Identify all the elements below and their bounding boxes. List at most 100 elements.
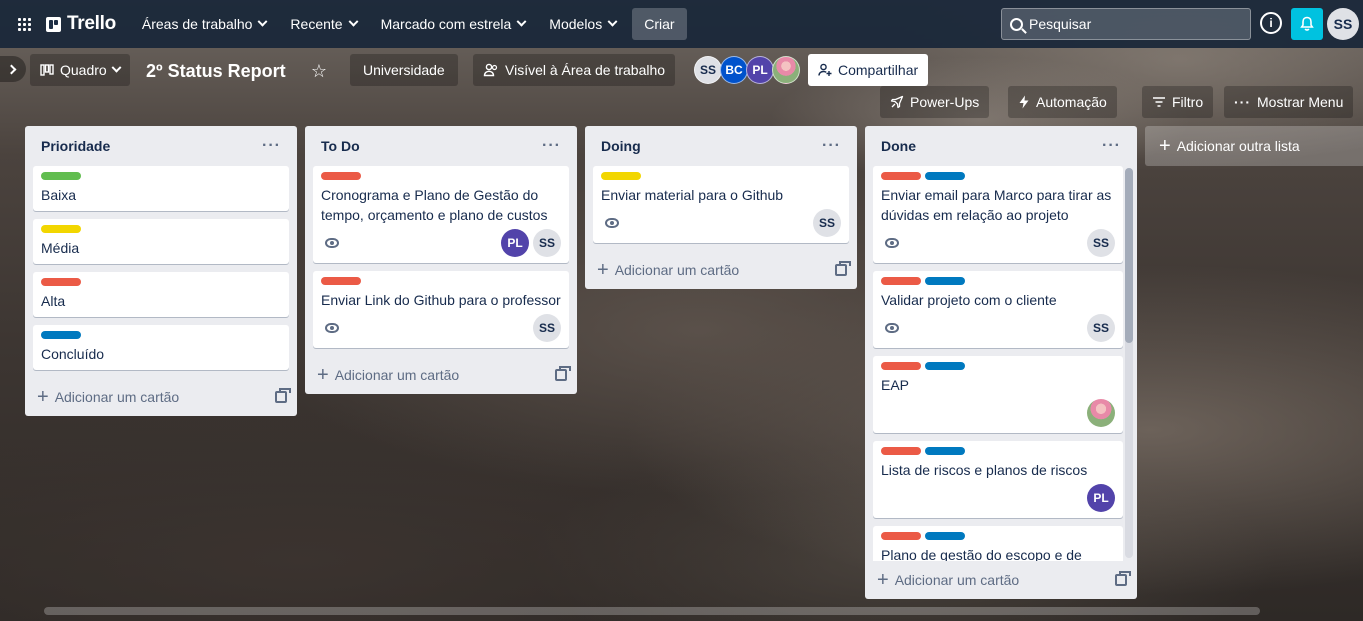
list-scrollbar-thumb[interactable] (1125, 168, 1133, 343)
plus-icon: + (1159, 134, 1171, 157)
label-yellow[interactable] (601, 172, 641, 180)
workspace-label: Universidade (363, 62, 445, 78)
share-button[interactable]: Compartilhar (808, 54, 929, 86)
nav-menu-label: Marcado com estrela (380, 16, 512, 32)
card[interactable]: Enviar material para o Github SS (593, 166, 849, 243)
board-title[interactable]: 2º Status Report (146, 58, 286, 84)
add-card-button[interactable]: + Adicionar um cartão (585, 251, 857, 289)
add-list-button[interactable]: + Adicionar outra lista (1145, 126, 1363, 166)
add-card-button[interactable]: + Adicionar um cartão (25, 378, 297, 416)
search-input[interactable] (1029, 16, 1229, 32)
lightning-icon (1019, 95, 1029, 109)
label-blue[interactable] (925, 362, 965, 370)
visibility-button[interactable]: Visível à Área de trabalho (473, 54, 676, 86)
plus-icon: + (877, 568, 889, 591)
list-menu-icon[interactable]: ··· (258, 135, 285, 157)
member-avatar[interactable]: SS (1087, 314, 1115, 342)
filter-button[interactable]: Filtro (1142, 86, 1214, 118)
board-members: SS BC PL (694, 56, 800, 84)
label-yellow[interactable] (41, 225, 81, 233)
member-avatar[interactable]: PL (1087, 484, 1115, 512)
list-done: Done ··· Enviar email para Marco para ti… (865, 126, 1137, 599)
card-labels (321, 277, 561, 285)
trello-logo[interactable]: Trello (46, 13, 116, 35)
search-box[interactable] (1001, 8, 1251, 40)
automation-button[interactable]: Automação (1008, 86, 1117, 118)
notifications-button[interactable] (1291, 8, 1323, 40)
show-menu-label: Mostrar Menu (1257, 94, 1344, 110)
member-avatar[interactable]: SS (813, 209, 841, 237)
member-avatar[interactable]: PL (746, 56, 774, 84)
card-labels (881, 277, 1115, 285)
list-menu-icon[interactable]: ··· (1098, 135, 1125, 157)
card[interactable]: EAP (873, 356, 1123, 433)
list-scrollbar[interactable] (1125, 168, 1133, 558)
label-blue[interactable] (925, 532, 965, 540)
card[interactable]: Lista de riscos e planos de riscos PL (873, 441, 1123, 518)
card-members: PL SS (501, 229, 561, 257)
add-card-button[interactable]: + Adicionar um cartão (305, 356, 577, 394)
label-green[interactable] (41, 172, 81, 180)
label-blue[interactable] (925, 277, 965, 285)
list-menu-icon[interactable]: ··· (818, 135, 845, 157)
card[interactable]: Enviar Link do Github para o professor S… (313, 271, 569, 348)
app-switcher-button[interactable] (8, 8, 40, 40)
member-avatar[interactable]: PL (501, 229, 529, 257)
card[interactable]: Baixa (33, 166, 289, 211)
label-red[interactable] (321, 277, 361, 285)
card[interactable]: Plano de gestão do escopo e de (873, 526, 1123, 561)
list-title[interactable]: Done (881, 138, 916, 154)
add-member-icon (818, 63, 832, 76)
card[interactable]: Alta (33, 272, 289, 317)
label-red[interactable] (881, 362, 921, 370)
create-from-template-icon[interactable] (275, 388, 291, 403)
board-view-switcher[interactable]: Quadro (30, 54, 130, 86)
nav-menu-recent[interactable]: Recente (278, 8, 368, 40)
label-blue[interactable] (41, 331, 81, 339)
list-header: Doing ··· (585, 126, 857, 166)
create-from-template-icon[interactable] (835, 261, 851, 276)
label-blue[interactable] (925, 172, 965, 180)
visibility-label: Visível à Área de trabalho (505, 62, 666, 78)
label-red[interactable] (881, 277, 921, 285)
list-title[interactable]: Doing (601, 138, 641, 154)
show-menu-button[interactable]: ··· Mostrar Menu (1224, 86, 1354, 118)
label-blue[interactable] (925, 447, 965, 455)
nav-menu-templates[interactable]: Modelos (537, 8, 628, 40)
member-avatar[interactable]: SS (533, 229, 561, 257)
member-avatar-photo[interactable] (772, 56, 800, 84)
label-red[interactable] (321, 172, 361, 180)
label-red[interactable] (881, 172, 921, 180)
card[interactable]: Média (33, 219, 289, 264)
card[interactable]: Cronograma e Plano de Gestão do tempo, o… (313, 166, 569, 263)
card[interactable]: Validar projeto com o cliente SS (873, 271, 1123, 348)
create-from-template-icon[interactable] (555, 366, 571, 381)
sidebar-expand-button[interactable] (0, 56, 26, 82)
member-avatar[interactable]: SS (533, 314, 561, 342)
list-menu-icon[interactable]: ··· (538, 135, 565, 157)
list-header: Done ··· (865, 126, 1137, 166)
member-avatar[interactable]: SS (1087, 229, 1115, 257)
member-avatar-photo[interactable] (1087, 399, 1115, 427)
member-avatar[interactable]: BC (720, 56, 748, 84)
star-board-icon[interactable]: ☆ (306, 58, 332, 84)
nav-menu-starred[interactable]: Marcado com estrela (369, 8, 538, 40)
create-button[interactable]: Criar (632, 8, 687, 40)
create-from-template-icon[interactable] (1115, 571, 1131, 586)
power-ups-button[interactable]: Power-Ups (880, 86, 990, 118)
workspace-button[interactable]: Universidade (350, 54, 458, 86)
label-red[interactable] (881, 447, 921, 455)
eye-icon (325, 323, 339, 333)
card[interactable]: Enviar email para Marco para tirar as dú… (873, 166, 1123, 263)
list-title[interactable]: To Do (321, 138, 360, 154)
nav-menu-workspaces[interactable]: Áreas de trabalho (130, 8, 279, 40)
label-red[interactable] (41, 278, 81, 286)
add-card-button[interactable]: + Adicionar um cartão (865, 561, 1137, 599)
info-icon[interactable]: i (1260, 12, 1282, 34)
card[interactable]: Concluído (33, 325, 289, 370)
member-avatar[interactable]: SS (694, 56, 722, 84)
list-title[interactable]: Prioridade (41, 138, 110, 154)
board-horizontal-scrollbar[interactable] (44, 607, 1260, 615)
user-avatar[interactable]: SS (1327, 8, 1359, 40)
label-red[interactable] (881, 532, 921, 540)
